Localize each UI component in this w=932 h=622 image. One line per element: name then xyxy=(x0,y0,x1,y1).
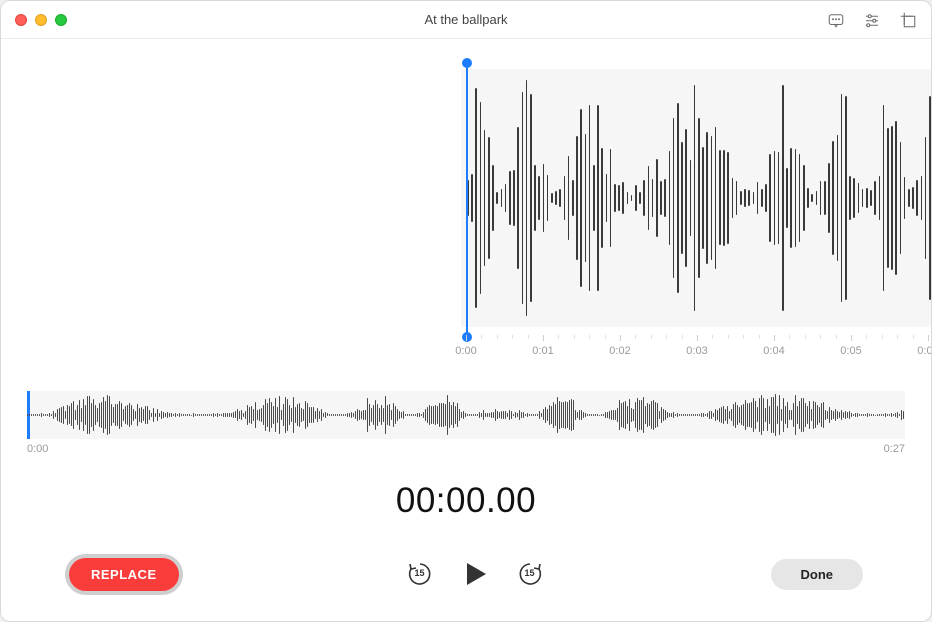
skip-back-value: 15 xyxy=(406,568,434,578)
ruler-label: 0:00 xyxy=(455,345,476,357)
window-controls xyxy=(15,14,67,26)
zoom-window-button[interactable] xyxy=(55,14,67,26)
overview-end-time: 0:27 xyxy=(884,443,905,455)
playhead[interactable] xyxy=(466,63,468,337)
overview-waveform[interactable] xyxy=(27,391,905,439)
ruler-label: 0:02 xyxy=(609,345,630,357)
detail-waveform[interactable] xyxy=(461,69,931,327)
playback-controls: 15 15 xyxy=(406,559,544,589)
skip-forward-15-button[interactable]: 15 xyxy=(516,560,544,588)
detail-waveform-area: 0:00 0:01 0:02 0:03 0:04 0:05 0:06 xyxy=(1,39,931,369)
time-ruler: 0:000:010:020:030:040:050:06 xyxy=(461,335,931,365)
elapsed-time-display: 00:00.00 xyxy=(1,481,931,521)
skip-forward-value: 15 xyxy=(516,568,544,578)
skip-back-15-button[interactable]: 15 xyxy=(406,560,434,588)
ruler-label: 0:05 xyxy=(840,345,861,357)
voice-memos-edit-window: At the ballpark 0:00 0:01 0:02 0:03 0:04 0:05… xyxy=(0,0,932,622)
overview-time-labels: 0:00 0:27 xyxy=(27,443,905,459)
overview-section: 0:00 0:27 xyxy=(27,391,905,471)
recording-title[interactable]: At the ballpark xyxy=(1,12,931,27)
toolbar xyxy=(827,11,917,34)
ruler-label: 0:04 xyxy=(763,345,784,357)
minimize-window-button[interactable] xyxy=(35,14,47,26)
play-button[interactable] xyxy=(460,559,490,589)
replace-button[interactable]: REPLACE xyxy=(69,558,179,591)
ruler-label: 0:03 xyxy=(686,345,707,357)
ruler-label: 0:06 xyxy=(917,345,932,357)
ruler-label: 0:01 xyxy=(532,345,553,357)
playback-settings-icon[interactable] xyxy=(863,11,881,34)
titlebar: At the ballpark xyxy=(1,1,931,39)
overview-start-time: 0:00 xyxy=(27,443,48,455)
trim-icon[interactable] xyxy=(899,11,917,34)
controls-row: REPLACE 15 15 Done xyxy=(1,549,931,599)
close-window-button[interactable] xyxy=(15,14,27,26)
done-button[interactable]: Done xyxy=(771,559,864,590)
transcribe-icon[interactable] xyxy=(827,11,845,34)
